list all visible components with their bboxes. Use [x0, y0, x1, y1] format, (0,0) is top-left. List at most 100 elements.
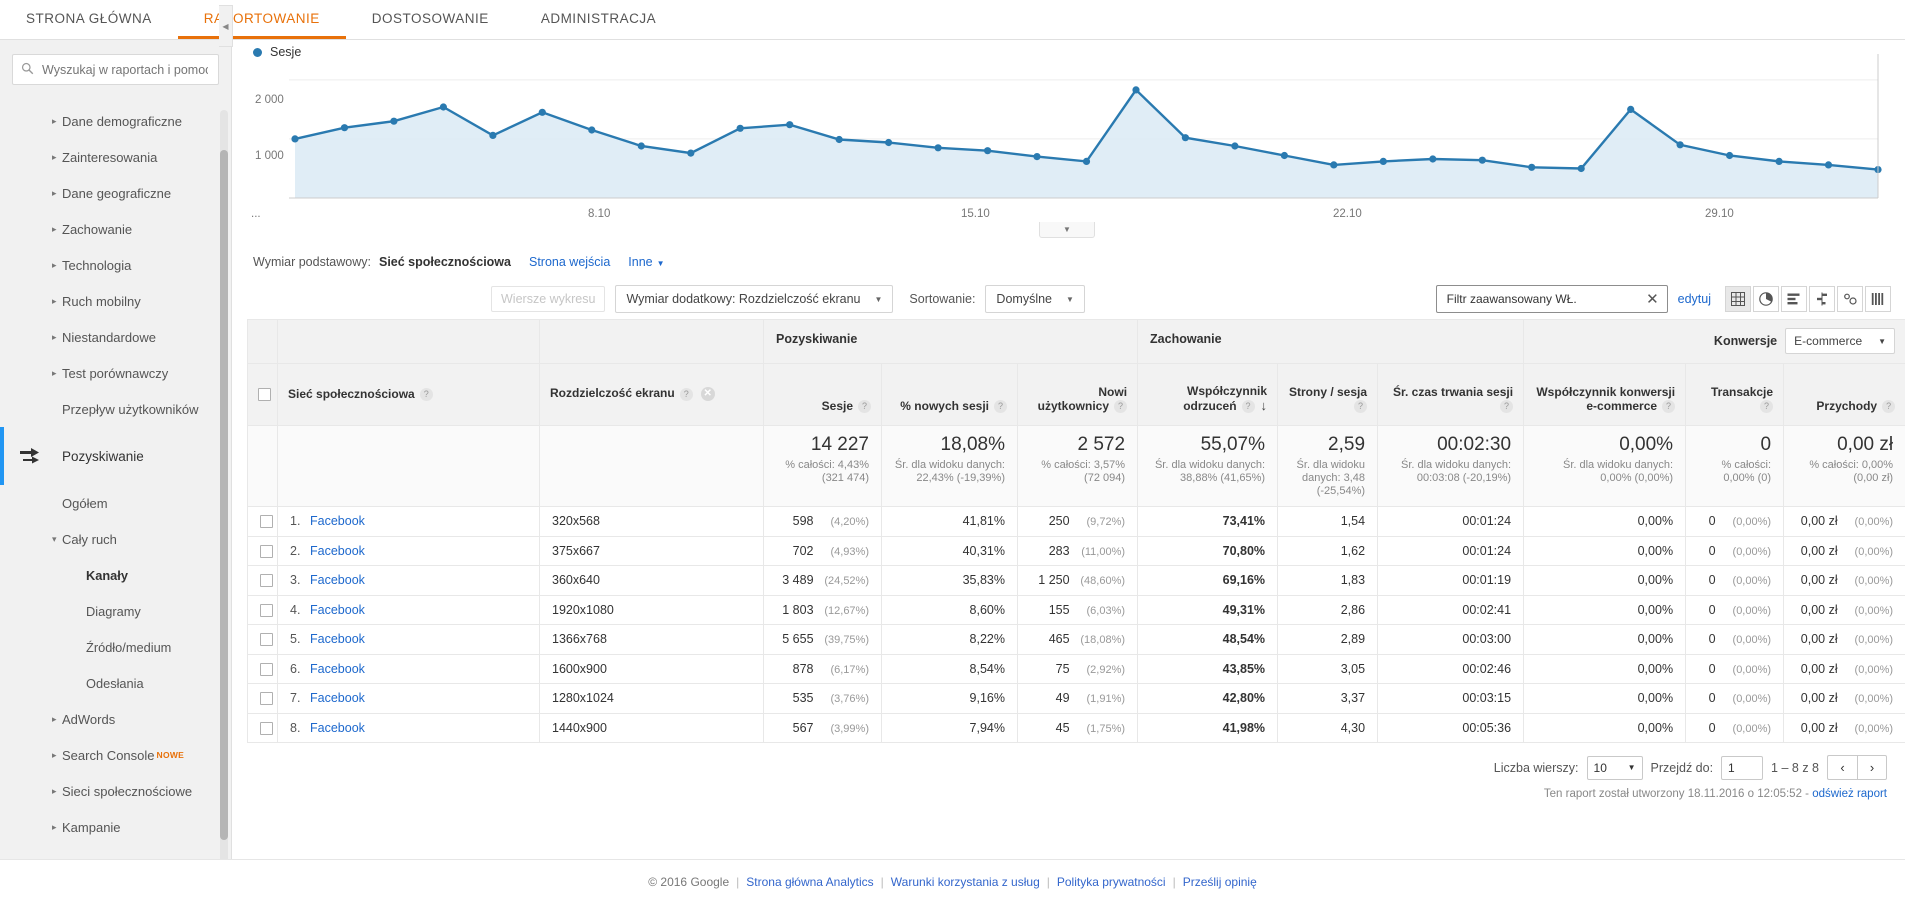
help-icon[interactable]: ? — [1662, 400, 1676, 413]
chart-point[interactable] — [439, 103, 447, 111]
col-header-avg-session-duration[interactable]: Śr. czas trwania sesji? — [1377, 363, 1525, 426]
col-header-pages-per-session[interactable]: Strony / sesja? — [1277, 363, 1379, 426]
row-checkbox[interactable] — [260, 721, 273, 735]
social-network-link[interactable]: Facebook — [310, 662, 365, 676]
chart-point[interactable] — [1280, 151, 1288, 160]
col-header-revenue[interactable]: Przychody? — [1783, 363, 1905, 426]
chart-point[interactable] — [390, 117, 398, 125]
row-checkbox[interactable] — [260, 603, 273, 617]
chart-point[interactable] — [1775, 157, 1783, 165]
help-icon[interactable]: ? — [679, 387, 693, 401]
sidebar-item-source-medium[interactable]: Źródło/medium — [0, 629, 231, 665]
table-view-icon[interactable] — [1725, 286, 1751, 312]
sidebar-item-all-traffic[interactable]: ▾ Cały ruch — [0, 521, 231, 557]
social-network-link[interactable]: Facebook — [310, 632, 365, 646]
chart-rows-button[interactable]: Wiersze wykresu — [491, 286, 606, 312]
sort-select[interactable]: Domyślne ▼ — [985, 285, 1085, 313]
terms-cloud-view-icon[interactable] — [1837, 286, 1863, 312]
col-header-new-sessions-pct[interactable]: % nowych sesji? — [881, 363, 1018, 426]
sidebar-item-overview[interactable]: Ogółem — [0, 485, 231, 521]
sidebar-item-treemaps[interactable]: Diagramy — [0, 593, 231, 629]
chart-point[interactable] — [1627, 105, 1635, 113]
filter-box[interactable]: ✕ — [1435, 285, 1668, 313]
sidebar-item-custom[interactable]: ▸ Niestandardowe — [0, 319, 231, 355]
row-checkbox[interactable] — [260, 574, 273, 588]
help-icon[interactable]: ? — [1760, 400, 1774, 413]
sidebar-collapse-toggle[interactable]: ◀ — [219, 5, 233, 47]
chart-point[interactable] — [489, 131, 497, 139]
chart-point[interactable] — [340, 124, 349, 132]
chart-point[interactable] — [984, 147, 992, 155]
sidebar-scrollbar-thumb[interactable] — [220, 150, 228, 840]
secondary-dimension-select[interactable]: Wymiar dodatkowy: Rozdzielczość ekranu ▼ — [615, 285, 894, 313]
search-box[interactable] — [12, 54, 219, 85]
chart-point[interactable] — [1132, 86, 1140, 94]
help-icon[interactable]: ? — [1882, 400, 1896, 413]
social-network-link[interactable]: Facebook — [310, 573, 365, 587]
chart-point[interactable] — [786, 121, 794, 129]
col-header-bounce-rate[interactable]: Współczynnik odrzuceń? ↓ — [1137, 363, 1279, 426]
chart-point[interactable] — [1478, 156, 1486, 164]
sidebar-item-geo[interactable]: ▸ Dane geograficzne — [0, 175, 231, 211]
select-all-checkbox[interactable] — [258, 388, 271, 401]
chart-expand-handle[interactable]: ▼ — [1039, 222, 1095, 238]
chart-point[interactable] — [1676, 141, 1684, 149]
chart-point[interactable] — [736, 124, 744, 132]
social-network-link[interactable]: Facebook — [310, 603, 365, 617]
chart-point[interactable] — [1379, 157, 1387, 165]
next-page-button[interactable]: › — [1857, 755, 1887, 780]
help-icon[interactable]: ? — [419, 388, 433, 401]
primary-dimension-landing-page[interactable]: Strona wejścia — [529, 255, 610, 269]
rows-per-page-select[interactable]: 10 ▼ — [1586, 755, 1643, 780]
chart-point[interactable] — [1528, 163, 1536, 171]
refresh-report-link[interactable]: odśwież raport — [1812, 788, 1887, 800]
sidebar-item-campaigns[interactable]: ▸ Kampanie — [0, 809, 231, 845]
sidebar-item-channels[interactable]: Kanały — [0, 557, 231, 593]
row-checkbox[interactable] — [260, 515, 273, 529]
help-icon[interactable]: ? — [1354, 400, 1368, 413]
row-checkbox[interactable] — [260, 633, 273, 647]
sidebar-item-referrals[interactable]: Odesłania — [0, 665, 231, 701]
row-checkbox[interactable] — [260, 662, 273, 676]
topnav-item-customization[interactable]: DOSTOSOWANIE — [346, 0, 515, 39]
sidebar-item-mobile[interactable]: ▸ Ruch mobilny — [0, 283, 231, 319]
chart-point[interactable] — [588, 126, 596, 134]
pivot-view-icon[interactable] — [1865, 286, 1891, 312]
sidebar-scrollbar-track[interactable] — [220, 110, 228, 900]
footer-link-terms[interactable]: Warunki korzystania z usług — [891, 875, 1040, 889]
chart-point[interactable] — [1033, 153, 1041, 161]
performance-view-icon[interactable] — [1781, 286, 1807, 312]
footer-link-privacy[interactable]: Polityka prywatności — [1057, 875, 1166, 889]
topnav-item-admin[interactable]: ADMINISTRACJA — [515, 0, 682, 39]
sidebar-section-acquisition[interactable]: Pozyskiwanie — [0, 427, 231, 485]
topnav-item-reporting[interactable]: RAPORTOWANIE — [177, 0, 346, 39]
row-checkbox[interactable] — [260, 692, 273, 706]
help-icon[interactable]: ? — [1114, 400, 1128, 413]
chart-point[interactable] — [538, 108, 546, 116]
chart-point[interactable] — [1082, 157, 1091, 165]
previous-page-button[interactable]: ‹ — [1827, 755, 1857, 780]
chart-point[interactable] — [291, 135, 299, 143]
social-network-link[interactable]: Facebook — [310, 721, 365, 735]
search-input[interactable] — [40, 61, 210, 78]
primary-dimension-other[interactable]: Inne ▼ — [628, 255, 664, 269]
sidebar-item-social[interactable]: ▸ Sieci społecznościowe — [0, 773, 231, 809]
chart-point[interactable] — [1577, 164, 1585, 173]
chart-point[interactable] — [1824, 161, 1833, 169]
sidebar-item-benchmarking[interactable]: ▸ Test porównawczy — [0, 355, 231, 391]
sidebar-item-search-console[interactable]: ▸ Search Console NOWE — [0, 737, 231, 773]
chart-point[interactable] — [1330, 161, 1338, 169]
sidebar-item-behavior[interactable]: ▸ Zachowanie — [0, 211, 231, 247]
col-header-sessions[interactable]: Sesje? — [763, 363, 882, 426]
sidebar-item-user-flow[interactable]: Przepływ użytkowników — [0, 391, 231, 427]
col-header-transactions[interactable]: Transakcje? — [1685, 363, 1785, 426]
topnav-item-home[interactable]: STRONA GŁÓWNA — [0, 0, 178, 39]
social-network-link[interactable]: Facebook — [310, 544, 365, 558]
help-icon[interactable]: ? — [858, 400, 871, 413]
social-network-link[interactable]: Facebook — [310, 514, 365, 528]
chart-point[interactable] — [885, 138, 893, 147]
social-network-link[interactable]: Facebook — [310, 691, 365, 705]
pie-view-icon[interactable] — [1753, 286, 1779, 312]
chart-point[interactable] — [934, 144, 942, 152]
help-icon[interactable]: ? — [1500, 400, 1514, 413]
